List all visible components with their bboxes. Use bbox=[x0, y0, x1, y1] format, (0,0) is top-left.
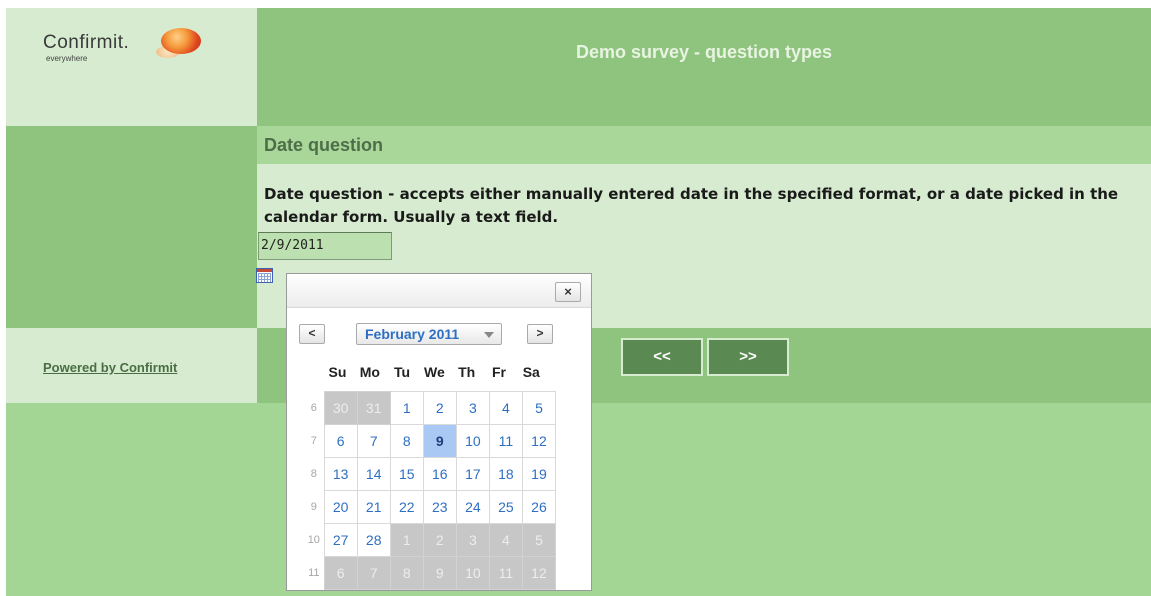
calendar-day[interactable]: 21 bbox=[356, 490, 391, 524]
calendar-day[interactable]: 26 bbox=[521, 490, 557, 524]
back-button[interactable]: << bbox=[621, 338, 703, 376]
calendar-day[interactable]: 9 bbox=[422, 556, 457, 590]
close-icon[interactable]: × bbox=[555, 282, 581, 302]
footer-left: Powered by Confirmit bbox=[6, 328, 257, 403]
calendar-week-row: 11 6 7 8 9 10 11 12 bbox=[304, 556, 557, 590]
calendar-day[interactable]: 22 bbox=[389, 490, 424, 524]
calendar-day[interactable]: 16 bbox=[422, 457, 457, 491]
calendar-day-selected[interactable]: 9 bbox=[422, 424, 457, 458]
calendar-day[interactable]: 15 bbox=[389, 457, 424, 491]
calendar-day[interactable]: 5 bbox=[521, 391, 557, 425]
calendar-day[interactable]: 7 bbox=[356, 556, 391, 590]
calendar-week-row: 6 30 31 1 2 3 4 5 bbox=[304, 391, 557, 425]
calendar-day[interactable]: 4 bbox=[488, 391, 523, 425]
calendar-titlebar: × bbox=[287, 274, 591, 308]
calendar-day[interactable]: 10 bbox=[455, 556, 490, 590]
calendar-day[interactable]: 18 bbox=[488, 457, 523, 491]
survey-header: Demo survey - question types bbox=[257, 8, 1151, 126]
left-sidebar-band bbox=[6, 126, 257, 328]
week-number: 11 bbox=[308, 567, 320, 579]
calendar-day[interactable]: 4 bbox=[488, 523, 523, 557]
calendar-day[interactable]: 25 bbox=[488, 490, 523, 524]
calendar-day[interactable]: 24 bbox=[455, 490, 490, 524]
calendar-day[interactable]: 1 bbox=[389, 391, 424, 425]
forward-button[interactable]: >> bbox=[707, 338, 789, 376]
weekday-label: Mo bbox=[359, 364, 380, 380]
chevron-down-icon bbox=[484, 332, 494, 338]
calendar-grid: 6 30 31 1 2 3 4 5 7 6 7 8 9 10 11 12 8 13 14 15 16 17 18 19 9 20 2… bbox=[304, 391, 557, 590]
calendar-day[interactable]: 6 bbox=[323, 556, 358, 590]
weekday-label: We bbox=[424, 364, 445, 380]
calendar-day[interactable]: 20 bbox=[323, 490, 358, 524]
calendar-day[interactable]: 3 bbox=[455, 391, 490, 425]
calendar-week-row: 7 6 7 8 9 10 11 12 bbox=[304, 424, 557, 458]
date-input[interactable]: 2/9/2011 bbox=[258, 232, 392, 260]
calendar-week-row: 10 27 28 1 2 3 4 5 bbox=[304, 523, 557, 557]
month-label: February 2011 bbox=[365, 326, 460, 342]
calendar-day[interactable]: 13 bbox=[323, 457, 358, 491]
calendar-day[interactable]: 10 bbox=[455, 424, 490, 458]
calendar-week-row: 9 20 21 22 23 24 25 26 bbox=[304, 490, 557, 524]
calendar-day[interactable]: 6 bbox=[323, 424, 358, 458]
calendar-day[interactable]: 8 bbox=[389, 424, 424, 458]
calendar-day[interactable]: 23 bbox=[422, 490, 457, 524]
calendar-day[interactable]: 31 bbox=[356, 391, 391, 425]
question-title: Date question bbox=[264, 135, 384, 155]
powered-by-link[interactable]: Powered by Confirmit bbox=[43, 360, 177, 375]
week-number: 8 bbox=[310, 468, 317, 480]
weekday-header: Su Mo Tu We Th Fr Sa bbox=[322, 364, 556, 382]
calendar-week-row: 8 13 14 15 16 17 18 19 bbox=[304, 457, 557, 491]
calendar-day[interactable]: 8 bbox=[389, 556, 424, 590]
previous-month-button[interactable]: < bbox=[299, 324, 325, 344]
logo-area: Confirmit. everywhere bbox=[6, 8, 257, 126]
month-select[interactable]: February 2011 bbox=[356, 323, 502, 345]
weekday-label: Tu bbox=[394, 364, 411, 380]
survey-title: Demo survey - question types bbox=[575, 42, 833, 62]
brand-tagline: everywhere bbox=[46, 54, 88, 63]
calendar-day[interactable]: 5 bbox=[521, 523, 557, 557]
weekday-label: Su bbox=[328, 364, 347, 380]
calendar-day[interactable]: 7 bbox=[356, 424, 391, 458]
week-number: 7 bbox=[310, 435, 317, 447]
calendar-day[interactable]: 28 bbox=[356, 523, 391, 557]
week-number: 9 bbox=[310, 501, 317, 513]
weekday-label: Th bbox=[458, 364, 476, 380]
calendar-day[interactable]: 14 bbox=[356, 457, 391, 491]
calendar-day[interactable]: 17 bbox=[455, 457, 490, 491]
calendar-icon[interactable] bbox=[256, 268, 273, 283]
question-text: Date question - accepts either manually … bbox=[264, 185, 1119, 226]
calendar-day[interactable]: 11 bbox=[488, 556, 523, 590]
calendar-day[interactable]: 2 bbox=[422, 391, 457, 425]
weekday-label: Sa bbox=[522, 364, 540, 380]
week-number: 6 bbox=[310, 402, 317, 414]
calendar-day[interactable]: 11 bbox=[488, 424, 523, 458]
calendar-popup: × < February 2011 > Su Mo Tu We Th Fr Sa 6 30 31… bbox=[286, 273, 592, 591]
calendar-day[interactable]: 1 bbox=[389, 523, 424, 557]
calendar-day[interactable]: 2 bbox=[422, 523, 457, 557]
weekday-label: Fr bbox=[491, 364, 506, 380]
calendar-day[interactable]: 30 bbox=[323, 391, 358, 425]
calendar-day[interactable]: 3 bbox=[455, 523, 490, 557]
week-number: 10 bbox=[307, 534, 320, 546]
calendar-day[interactable]: 12 bbox=[521, 556, 557, 590]
logo-bubble-icon bbox=[161, 28, 201, 54]
next-month-button[interactable]: > bbox=[527, 324, 553, 344]
question-header: Date question bbox=[257, 126, 1151, 164]
brand-logo-text: Confirmit. bbox=[43, 32, 130, 53]
calendar-day[interactable]: 27 bbox=[323, 523, 358, 557]
calendar-day[interactable]: 19 bbox=[521, 457, 557, 491]
calendar-day[interactable]: 12 bbox=[521, 424, 557, 458]
